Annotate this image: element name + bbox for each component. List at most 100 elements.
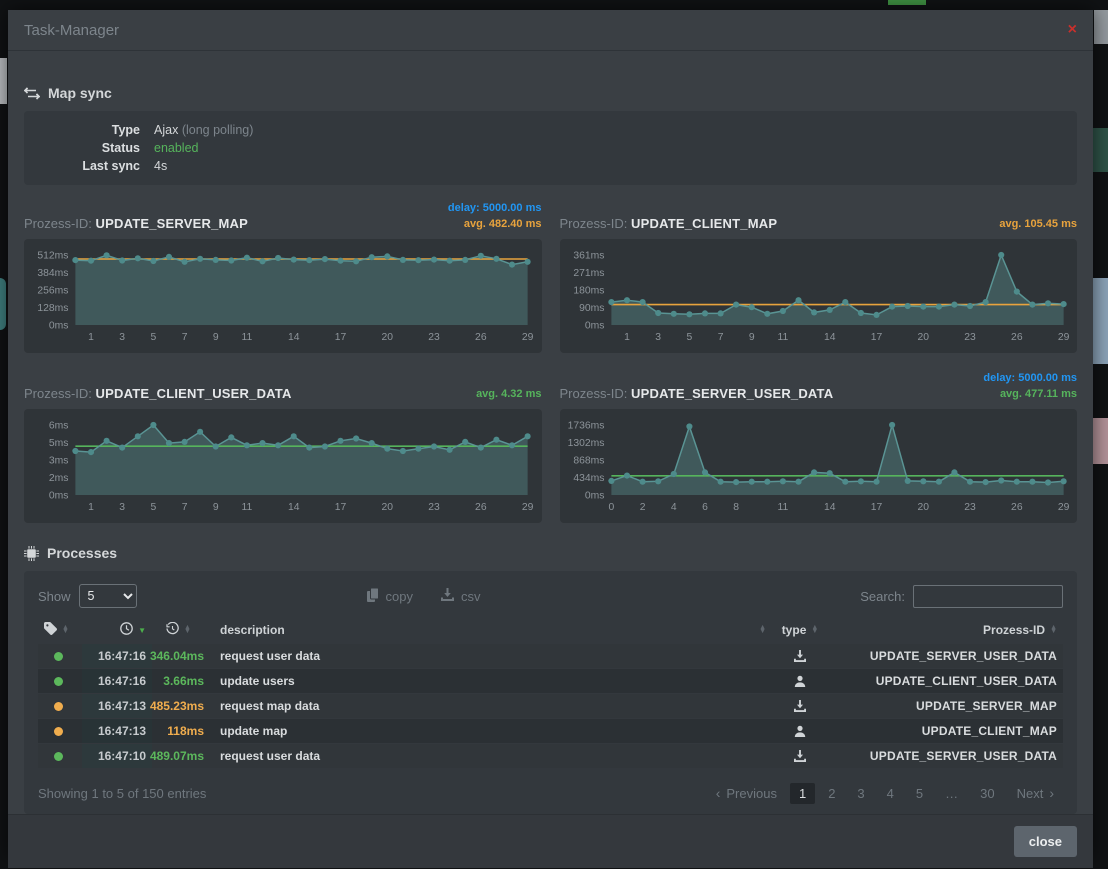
close-icon[interactable]: × — [1068, 22, 1077, 38]
table-row[interactable]: 16:47:163.66msupdate usersUPDATE_CLIENT_… — [38, 669, 1063, 693]
pagination-page-1[interactable]: 1 — [790, 783, 815, 804]
search-input[interactable] — [913, 585, 1063, 608]
svg-text:3ms: 3ms — [49, 455, 69, 466]
svg-text:14: 14 — [288, 332, 300, 343]
copy-button[interactable]: copy — [367, 588, 413, 605]
svg-text:7: 7 — [182, 502, 188, 513]
sync-status-value: enabled — [154, 139, 199, 157]
table-row[interactable]: 16:47:13485.23msrequest map dataUPDATE_S… — [38, 694, 1063, 718]
time-cell: 16:47:13 — [82, 719, 152, 743]
col-duration-header[interactable]: ▲▼ — [152, 617, 210, 643]
svg-text:26: 26 — [475, 502, 487, 513]
description-cell: request map data — [210, 694, 772, 718]
chart-svg: 0ms128ms256ms384ms512ms13579111417202326… — [28, 245, 538, 351]
chart-title: Prozess-ID: UPDATE_SERVER_USER_DATA — [560, 386, 834, 403]
charts-grid: Prozess-ID: UPDATE_SERVER_MAP delay: 500… — [24, 197, 1077, 523]
chart-block-update-client-map: Prozess-ID: UPDATE_CLIENT_MAP avg. 105.4… — [560, 197, 1078, 353]
table-header-row: ▲▼ ▼ — [38, 617, 1063, 643]
status-dot — [54, 652, 63, 661]
svg-text:361ms: 361ms — [573, 250, 604, 261]
col-type-header[interactable]: type ▲▼ — [772, 617, 828, 643]
processes-table: ▲▼ ▼ — [38, 617, 1063, 768]
table-row[interactable]: 16:47:10489.07msrequest user dataUPDATE_… — [38, 744, 1063, 768]
svg-text:14: 14 — [823, 332, 835, 343]
col-time-header[interactable]: ▼ — [82, 617, 152, 643]
svg-text:23: 23 — [964, 502, 976, 513]
svg-text:3: 3 — [655, 332, 661, 343]
modal-title: Task-Manager — [24, 22, 119, 39]
sort-icon: ▲▼ — [184, 626, 191, 635]
download-icon — [441, 588, 454, 604]
background-fragment — [1093, 128, 1108, 172]
col-status-header[interactable]: ▲▼ — [38, 617, 82, 643]
sort-icon: ▲▼ — [1050, 626, 1057, 635]
exchange-icon — [24, 87, 40, 100]
download-icon — [772, 744, 828, 768]
chart-delay-stat: delay: 5000.00 ms — [448, 200, 542, 216]
table-row[interactable]: 16:47:13118msupdate mapUPDATE_CLIENT_MAP — [38, 719, 1063, 743]
pagination-page-5[interactable]: 5 — [907, 783, 932, 804]
chart-avg-stat: avg. 105.45 ms — [999, 216, 1077, 232]
sync-status-label: Status — [40, 139, 140, 157]
description-cell: update map — [210, 719, 772, 743]
map-sync-heading-label: Map sync — [48, 85, 112, 101]
svg-text:29: 29 — [1057, 332, 1069, 343]
pagination-ellipsis: … — [936, 783, 967, 804]
processes-heading-label: Processes — [47, 545, 117, 561]
sync-last-row: Last sync 4s — [40, 157, 1061, 175]
page-length-select[interactable]: 5 — [79, 584, 137, 608]
pagination-page-3[interactable]: 3 — [848, 783, 873, 804]
chart-svg: 0ms2ms3ms5ms6ms1357911141720232629 — [28, 415, 538, 521]
time-cell: 16:47:16 — [82, 644, 152, 668]
svg-text:29: 29 — [522, 332, 534, 343]
show-label: Show — [38, 589, 71, 604]
svg-text:20: 20 — [917, 332, 929, 343]
pagination-page-30[interactable]: 30 — [971, 783, 1003, 804]
pagination-previous[interactable]: ‹ Previous — [707, 782, 786, 804]
svg-text:8: 8 — [733, 502, 739, 513]
chart-update-client-map: 0ms90ms180ms271ms361ms135791114172023262… — [560, 239, 1078, 353]
svg-text:1736ms: 1736ms — [567, 420, 604, 431]
sort-icon: ▲▼ — [62, 626, 69, 635]
svg-text:23: 23 — [428, 332, 440, 343]
background-fragment — [1093, 418, 1108, 464]
svg-text:0ms: 0ms — [584, 320, 604, 331]
duration-cell: 3.66ms — [152, 669, 210, 693]
download-icon — [772, 644, 828, 668]
svg-text:6: 6 — [702, 502, 708, 513]
sync-type-value: Ajax (long polling) — [154, 121, 253, 139]
svg-text:20: 20 — [382, 502, 394, 513]
pagination-page-4[interactable]: 4 — [878, 783, 903, 804]
svg-text:9: 9 — [748, 332, 754, 343]
table-row[interactable]: 16:47:16346.04msrequest user dataUPDATE_… — [38, 644, 1063, 668]
close-button[interactable]: close — [1014, 826, 1077, 857]
sync-type-row: Type Ajax (long polling) — [40, 121, 1061, 139]
chevron-right-icon: › — [1049, 785, 1054, 801]
svg-text:1: 1 — [624, 332, 630, 343]
svg-text:128ms: 128ms — [37, 303, 68, 314]
pagination-page-2[interactable]: 2 — [819, 783, 844, 804]
pagination-next[interactable]: Next › — [1008, 782, 1063, 804]
svg-text:0ms: 0ms — [49, 490, 69, 501]
svg-text:6ms: 6ms — [49, 420, 69, 431]
background-fragment — [1093, 278, 1108, 364]
sync-type-label: Type — [40, 121, 140, 139]
status-dot — [54, 752, 63, 761]
description-cell: request user data — [210, 744, 772, 768]
clock-icon — [120, 622, 133, 638]
duration-cell: 346.04ms — [152, 644, 210, 668]
col-description-header[interactable]: description ▲▼ — [210, 617, 772, 643]
sort-desc-icon: ▼ — [138, 626, 146, 635]
svg-text:256ms: 256ms — [37, 285, 68, 296]
entries-info: Showing 1 to 5 of 150 entries — [38, 786, 206, 801]
chart-avg-stat: avg. 477.11 ms — [983, 386, 1077, 402]
svg-text:271ms: 271ms — [573, 268, 604, 279]
svg-text:11: 11 — [242, 332, 253, 343]
svg-text:26: 26 — [1011, 502, 1023, 513]
status-dot — [54, 702, 63, 711]
description-cell: update users — [210, 669, 772, 693]
csv-button[interactable]: csv — [441, 588, 481, 604]
svg-text:434ms: 434ms — [573, 473, 604, 484]
chip-icon — [24, 546, 39, 561]
col-prozess-id-header[interactable]: Prozess-ID ▲▼ — [828, 617, 1063, 643]
